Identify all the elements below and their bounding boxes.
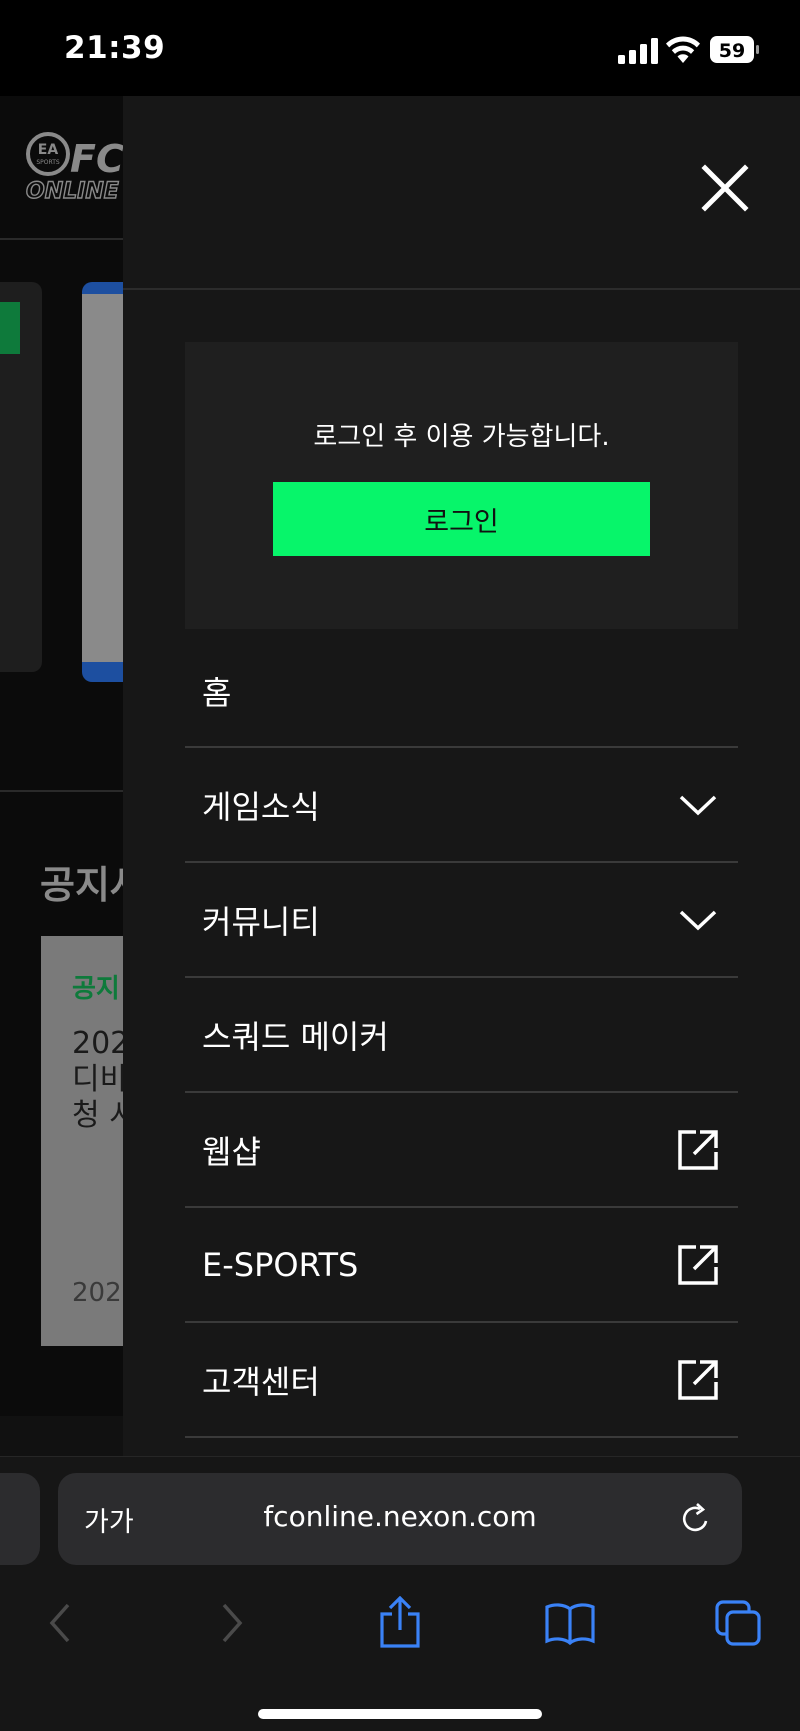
menu-item-customer-center[interactable]: 고객센터 xyxy=(185,1323,738,1438)
login-message: 로그인 후 이용 가능합니다. xyxy=(313,422,610,452)
menu-item-game-news[interactable]: 게임소식 xyxy=(185,748,738,863)
menu-item-squad-maker[interactable]: 스쿼드 메이커 xyxy=(185,978,738,1093)
divider xyxy=(0,238,130,240)
battery-icon: 59 xyxy=(710,36,760,63)
tabs-icon xyxy=(715,1600,761,1646)
status-time: 21:39 xyxy=(64,30,166,66)
divider xyxy=(0,790,130,792)
menu-item-label: 홈 xyxy=(202,674,232,712)
nav-menu: 홈 게임소식 커뮤니티 스쿼드 메이커 웹샵 E-SPORTS 고객센터 xyxy=(185,636,738,1438)
url-text: fconline.nexon.com xyxy=(263,1500,537,1533)
login-button[interactable]: 로그인 xyxy=(273,482,650,556)
side-drawer: 로그인 후 이용 가능합니다. 로그인 홈 게임소식 커뮤니티 스쿼드 메이커 … xyxy=(123,96,800,1456)
menu-item-label: 고객센터 xyxy=(202,1362,320,1401)
tabs-button[interactable] xyxy=(708,1593,768,1653)
previous-tab-preview[interactable] xyxy=(0,1473,40,1565)
status-bar: 21:39 59 xyxy=(0,0,800,96)
external-link-icon xyxy=(676,1128,720,1172)
back-button[interactable] xyxy=(30,1593,90,1653)
share-button[interactable] xyxy=(370,1593,430,1653)
svg-text:EA: EA xyxy=(38,142,59,158)
footer xyxy=(0,1416,130,1456)
notice-date: 202 xyxy=(72,1278,122,1308)
battery-level: 59 xyxy=(719,40,745,62)
address-bar[interactable]: 가가 fconline.nexon.com xyxy=(58,1473,742,1565)
share-icon xyxy=(380,1596,420,1648)
close-icon xyxy=(701,164,749,212)
external-link-icon xyxy=(676,1243,720,1287)
chevron-left-icon xyxy=(49,1603,70,1643)
banner-tag xyxy=(0,302,20,354)
reload-icon[interactable] xyxy=(678,1501,714,1537)
wifi-icon xyxy=(666,36,700,63)
browser-toolbar: 가가 fconline.nexon.com xyxy=(0,1456,800,1731)
menu-item-label: 커뮤니티 xyxy=(202,902,320,941)
menu-item-label: 스쿼드 메이커 xyxy=(202,1017,389,1056)
notice-tag: 공지 xyxy=(72,974,120,1004)
menu-item-label: 웹샵 xyxy=(202,1132,261,1171)
close-button[interactable] xyxy=(695,158,755,218)
menu-item-label: E-SPORTS xyxy=(202,1245,359,1284)
login-panel: 로그인 후 이용 가능합니다. 로그인 xyxy=(185,342,738,629)
menu-item-label: 게임소식 xyxy=(202,787,320,826)
bookmarks-button[interactable] xyxy=(540,1593,600,1653)
menu-item-webshop[interactable]: 웹샵 xyxy=(185,1093,738,1208)
forward-button[interactable] xyxy=(202,1593,262,1653)
menu-item-home[interactable]: 홈 xyxy=(185,636,738,748)
book-icon xyxy=(545,1603,595,1645)
chevron-down-icon[interactable] xyxy=(676,783,720,827)
drawer-header xyxy=(123,96,800,290)
svg-text:ONLINE: ONLINE xyxy=(26,179,119,204)
cellular-signal-icon xyxy=(618,38,658,64)
fc-online-logo: EA SPORTS FC ONLINE xyxy=(26,132,124,204)
svg-text:SPORTS: SPORTS xyxy=(36,159,60,166)
svg-text:FC: FC xyxy=(70,137,124,181)
menu-item-community[interactable]: 커뮤니티 xyxy=(185,863,738,978)
chevron-right-icon xyxy=(222,1603,243,1643)
external-link-icon xyxy=(676,1358,720,1402)
chevron-down-icon[interactable] xyxy=(676,898,720,942)
home-indicator xyxy=(258,1709,542,1719)
menu-item-esports[interactable]: E-SPORTS xyxy=(185,1208,738,1323)
